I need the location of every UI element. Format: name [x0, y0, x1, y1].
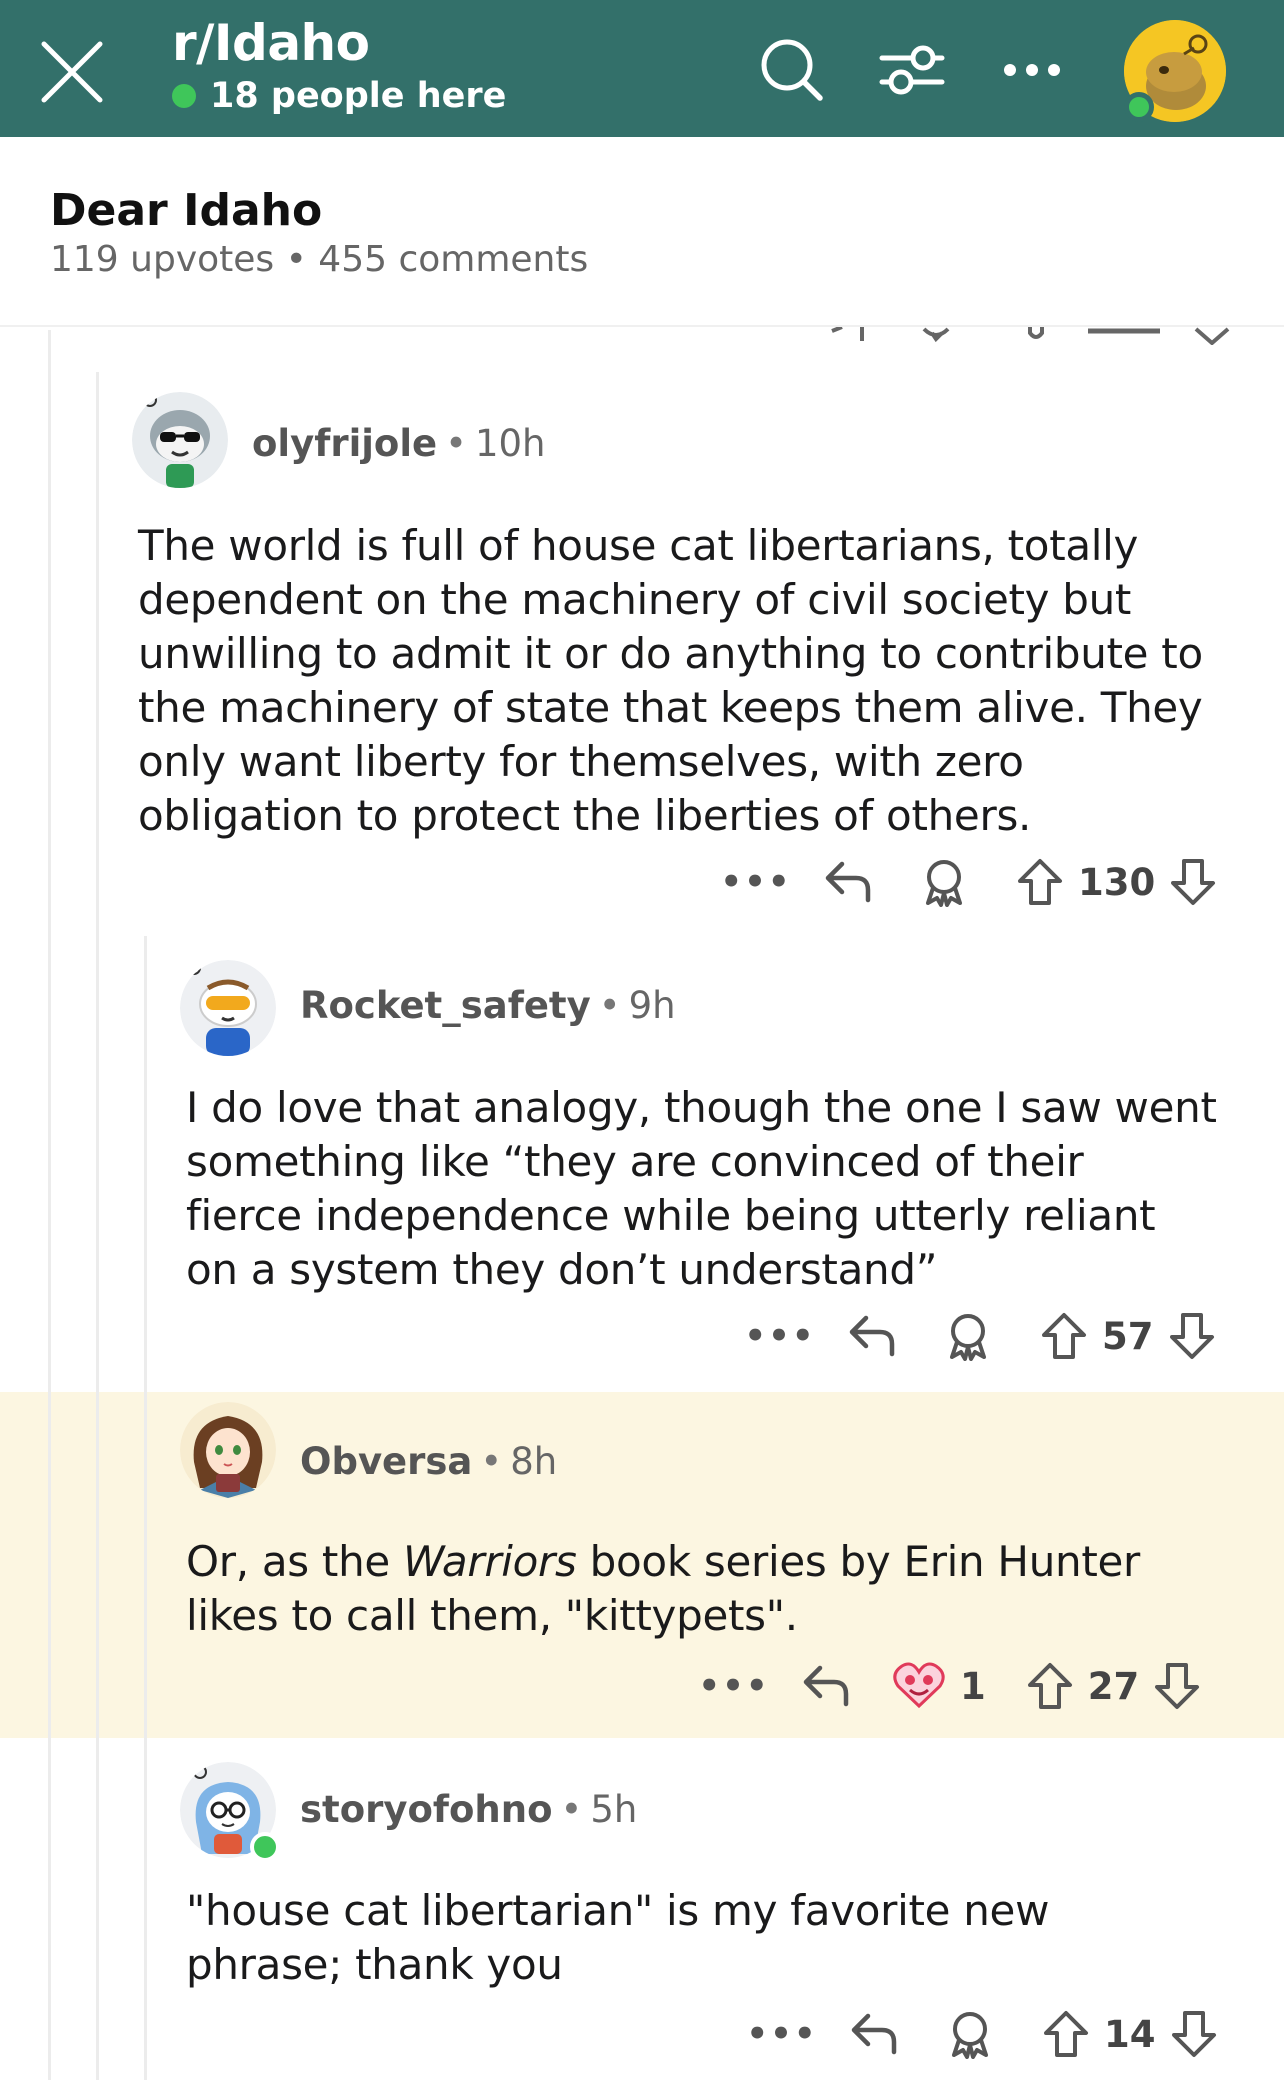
- comment-line: The world is full of house cat libertari…: [138, 521, 1139, 570]
- more-options-button[interactable]: •••: [744, 1316, 813, 1356]
- close-icon[interactable]: [38, 38, 106, 106]
- comment-line: likes to call them, "kittypets".: [186, 1591, 798, 1640]
- heart-eyes-award-icon: [893, 1662, 945, 1709]
- upvote-icon[interactable]: [1012, 857, 1068, 907]
- comment-line: I do love that analogy, though the one I…: [186, 1083, 1217, 1132]
- snoo-goggles-avatar[interactable]: [180, 960, 276, 1056]
- comment-actions: ••• 14: [746, 2004, 1222, 2064]
- more-options-icon[interactable]: [992, 30, 1072, 110]
- comment-username[interactable]: Rocket_safety: [300, 984, 591, 1027]
- comment-line: the machinery of state that keeps them a…: [138, 683, 1203, 732]
- comment-username[interactable]: Obversa: [300, 1440, 472, 1483]
- comment-line: dependent on the machinery of civil soci…: [138, 575, 1132, 624]
- online-dot-icon: [172, 84, 196, 108]
- award-icon[interactable]: [916, 857, 972, 907]
- comment-time: 8h: [510, 1440, 558, 1483]
- comment-meta: Obversa • 8h: [300, 1440, 557, 1483]
- reply-icon[interactable]: [798, 1662, 854, 1710]
- award-count: 1: [960, 1664, 986, 1708]
- comment-italic-text: Warriors: [402, 1537, 577, 1586]
- comment-body: The world is full of house cat libertari…: [138, 519, 1258, 843]
- subreddit-name[interactable]: r/Idaho: [172, 14, 370, 72]
- vote-count: 14: [1104, 2012, 1156, 2056]
- comment-line: "house cat libertarian" is my favorite n…: [186, 1886, 1050, 1935]
- downvote-icon[interactable]: [1165, 857, 1221, 907]
- comment-line: obligation to protect the liberties of o…: [138, 791, 1032, 840]
- meta-separator: •: [445, 422, 467, 465]
- reply-icon[interactable]: [844, 1312, 900, 1360]
- upvote-icon[interactable]: [1022, 1661, 1078, 1711]
- online-count: 18 people here: [172, 76, 506, 116]
- comment-body: Or, as the Warriors book series by Erin …: [186, 1535, 1266, 1643]
- online-status-dot: [1124, 92, 1154, 122]
- post-header[interactable]: Dear Idaho 119 upvotes • 455 comments: [0, 137, 1284, 327]
- more-options-button[interactable]: •••: [698, 1666, 767, 1706]
- thread-line-1: [48, 330, 51, 2080]
- post-stats: 119 upvotes • 455 comments: [50, 239, 589, 280]
- online-text: 18 people here: [210, 76, 507, 116]
- meta-separator: •: [598, 984, 621, 1027]
- comment-line: only want liberty for themselves, with z…: [138, 737, 1024, 786]
- snoo-sunglasses-avatar[interactable]: [132, 392, 228, 488]
- vote-count: 130: [1078, 860, 1156, 904]
- downvote-icon[interactable]: [1164, 1311, 1220, 1361]
- upvote-icon[interactable]: [1036, 1311, 1092, 1361]
- meta-separator: •: [560, 1788, 583, 1831]
- top-bar: r/Idaho 18 people here: [0, 0, 1284, 137]
- comment-username[interactable]: storyofohno: [300, 1788, 553, 1831]
- vote-count: 27: [1087, 1664, 1140, 1708]
- comment-line: unwilling to admit it or do anything to …: [138, 629, 1203, 678]
- upvote-icon[interactable]: [1038, 2009, 1094, 2059]
- search-icon[interactable]: [752, 30, 832, 110]
- downvote-icon[interactable]: [1149, 1661, 1205, 1711]
- anime-girl-avatar[interactable]: [180, 1402, 276, 1498]
- downvote-icon[interactable]: [1166, 2009, 1222, 2059]
- award-icon[interactable]: [942, 2009, 998, 2059]
- comment-text: book series by Erin Hunter: [576, 1537, 1141, 1586]
- comment-actions: ••• 1 27: [698, 1656, 1205, 1716]
- comment-text: Or, as the: [186, 1537, 403, 1586]
- more-options-button[interactable]: •••: [720, 862, 789, 902]
- comment-line: phrase; thank you: [186, 1940, 563, 1989]
- award-badge[interactable]: 1: [892, 1662, 986, 1710]
- thread-line-3: [144, 936, 147, 2080]
- post-title: Dear Idaho: [50, 185, 323, 236]
- meta-separator: •: [480, 1440, 503, 1483]
- comment-time: 9h: [628, 984, 676, 1027]
- more-options-button[interactable]: •••: [746, 2014, 815, 2054]
- previous-comment-actions-cutoff: [0, 327, 1284, 345]
- sort-filter-icon[interactable]: [872, 30, 952, 110]
- comment-time: 10h: [474, 422, 546, 465]
- comment-line: on a system they don’t understand”: [186, 1245, 938, 1294]
- comment-actions: ••• 130: [720, 852, 1221, 912]
- comment-line: fierce independence while being utterly …: [186, 1191, 1156, 1240]
- comment-meta: olyfrijole • 10h: [252, 422, 546, 465]
- thread-line-2: [96, 372, 99, 2080]
- comment-meta: storyofohno • 5h: [300, 1788, 637, 1831]
- award-icon[interactable]: [940, 1311, 996, 1361]
- comment-line: something like “they are convinced of th…: [186, 1137, 1084, 1186]
- comment-meta: Rocket_safety • 9h: [300, 984, 676, 1027]
- comment-username[interactable]: olyfrijole: [252, 422, 437, 465]
- reply-icon[interactable]: [820, 858, 876, 906]
- comment-actions: ••• 57: [744, 1306, 1220, 1366]
- comment-body: "house cat libertarian" is my favorite n…: [186, 1884, 1266, 1992]
- vote-count: 57: [1102, 1314, 1154, 1358]
- comment-line: Or, as the Warriors book series by Erin …: [186, 1535, 1266, 1589]
- online-status-dot: [250, 1832, 280, 1862]
- comment-time: 5h: [590, 1788, 638, 1831]
- reply-icon[interactable]: [846, 2010, 902, 2058]
- comment-body: I do love that analogy, though the one I…: [186, 1081, 1266, 1297]
